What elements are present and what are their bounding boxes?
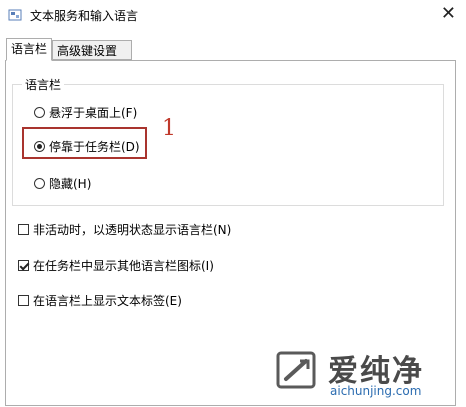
radio-float-on-desktop[interactable]: 悬浮于桌面上(F): [34, 104, 137, 121]
radio-label: 悬浮于桌面上(F): [49, 106, 138, 120]
group-title: 语言栏: [22, 76, 65, 93]
tab-advanced-key-settings[interactable]: 高级键设置: [52, 40, 132, 60]
checkbox-icon-checked[interactable]: [18, 260, 29, 271]
tab-language-bar[interactable]: 语言栏: [6, 38, 52, 61]
window-title: 文本服务和输入语言: [30, 9, 139, 23]
radio-icon[interactable]: [34, 107, 45, 118]
radio-icon[interactable]: [34, 178, 45, 189]
checkbox-label: 在任务栏中显示其他语言栏图标(I): [33, 259, 214, 273]
checkbox-show-text-labels[interactable]: 在语言栏上显示文本标签(E): [18, 292, 182, 309]
app-icon: [8, 9, 22, 21]
checkbox-label: 在语言栏上显示文本标签(E): [33, 294, 182, 308]
checkbox-label: 非活动时，以透明状态显示语言栏(N): [33, 223, 232, 237]
annotation-number: 1: [162, 116, 176, 141]
title-bar: 文本服务和输入语言 ✕: [0, 0, 466, 30]
checkbox-icon[interactable]: [18, 224, 29, 235]
checkbox-icon[interactable]: [18, 295, 29, 306]
checkbox-show-additional-icons[interactable]: 在任务栏中显示其他语言栏图标(I): [18, 257, 214, 274]
highlight-box: [22, 127, 147, 159]
checkbox-transparent-when-inactive[interactable]: 非活动时，以透明状态显示语言栏(N): [18, 221, 231, 238]
watermark-logo-icon: [276, 351, 316, 389]
radio-label: 隐藏(H): [49, 177, 92, 191]
close-button[interactable]: ✕: [441, 2, 456, 26]
radio-hidden[interactable]: 隐藏(H): [34, 175, 91, 192]
watermark-url: aichunjing.com: [330, 384, 422, 398]
